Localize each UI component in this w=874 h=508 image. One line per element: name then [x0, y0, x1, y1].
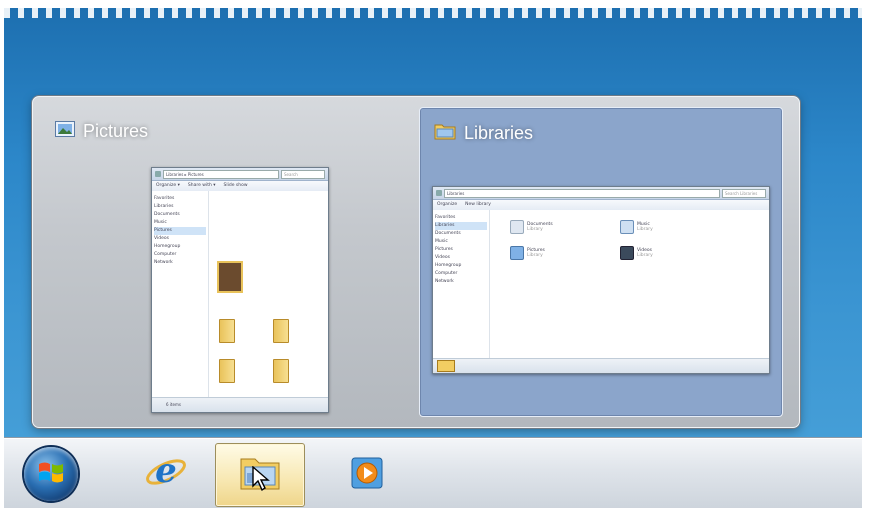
music-icon — [620, 220, 634, 234]
desktop: Pictures Libraries ▸ Pictures Search Org… — [4, 8, 862, 508]
library-item-music: Music Library — [620, 220, 653, 234]
nav-pictures: Pictures — [154, 227, 206, 235]
folder-icon — [219, 319, 235, 343]
windows-orb-icon — [37, 460, 65, 488]
pictures-nav-pane: Favorites Libraries Documents Music Pict… — [152, 191, 209, 398]
new-library-command: New library — [465, 202, 491, 207]
nav-network: Network — [435, 279, 454, 284]
nav-network: Network — [154, 260, 173, 265]
mini-address-bar: Libraries ▸ Pictures — [163, 169, 279, 179]
nav-favorites: Favorites — [154, 196, 175, 201]
libraries-nav-pane: Favorites Libraries Documents Music Pict… — [433, 210, 490, 359]
library-item-sub: Library — [637, 227, 653, 232]
pictures-title-text: Pictures — [83, 121, 149, 141]
folder-icon — [273, 359, 289, 383]
libraries-window-thumbnail[interactable]: Libraries Libraries Search Libraries Org… — [419, 107, 783, 417]
mouse-cursor-icon — [252, 465, 270, 496]
taskbar: e — [4, 438, 862, 508]
libraries-folder-icon — [434, 122, 456, 145]
nav-libraries: Libraries — [435, 222, 487, 230]
start-button[interactable] — [24, 447, 78, 501]
library-item-documents: Documents Library — [510, 220, 553, 234]
documents-icon — [510, 220, 524, 234]
pictures-thumbnail-title: Pictures — [55, 121, 148, 142]
nav-computer: Computer — [154, 252, 177, 257]
libraries-content: Documents Library Music Library Pictures Li… — [490, 210, 769, 359]
library-item-videos: Videos Library — [620, 246, 653, 260]
photo-thumbnail — [217, 261, 243, 293]
nav-documents: Documents — [435, 231, 461, 236]
pictures-library-icon — [55, 121, 75, 142]
windows-explorer-taskbar-button[interactable] — [215, 443, 305, 507]
nav-videos: Videos — [435, 255, 450, 260]
nav-pictures: Pictures — [435, 247, 453, 252]
media-player-icon — [348, 452, 388, 496]
videos-icon — [620, 246, 634, 260]
library-item-sub: Library — [637, 253, 653, 258]
libraries-mini-window: Libraries Search Libraries Organize New … — [432, 186, 770, 374]
mini-window-titlebar: Libraries Search Libraries — [433, 187, 769, 200]
organize-command: Organize — [437, 202, 458, 207]
folder-icon — [219, 359, 235, 383]
taskbar-thumbnail-panel: Pictures Libraries ▸ Pictures Search Org… — [32, 96, 800, 428]
pictures-window-thumbnail[interactable]: Pictures Libraries ▸ Pictures Search Org… — [41, 107, 401, 415]
nav-videos: Videos — [154, 236, 169, 241]
library-item-sub: Library — [527, 253, 543, 258]
library-status-icon — [437, 360, 455, 372]
nav-libraries: Libraries — [154, 204, 174, 209]
mini-search-box: Search Libraries — [722, 188, 766, 198]
library-item-pictures: Pictures Library — [510, 246, 545, 260]
libraries-thumbnail-title: Libraries — [434, 122, 533, 145]
nav-homegroup: Homegroup — [435, 263, 462, 268]
folder-icon — [273, 319, 289, 343]
libraries-title-text: Libraries — [464, 123, 534, 143]
internet-explorer-taskbar-button[interactable]: e — [122, 443, 210, 505]
internet-explorer-icon: e — [144, 450, 188, 498]
mini-window-titlebar: Libraries ▸ Pictures Search — [152, 168, 328, 181]
nav-homegroup: Homegroup — [154, 244, 181, 249]
back-icon — [436, 190, 442, 196]
pictures-content — [209, 191, 328, 398]
svg-text:e: e — [155, 451, 177, 491]
nav-computer: Computer — [435, 271, 458, 276]
mini-address-bar: Libraries — [444, 188, 720, 198]
pictures-icon — [510, 246, 524, 260]
mini-search-box: Search — [281, 169, 325, 179]
nav-music: Music — [154, 220, 167, 225]
libraries-status-bar — [433, 358, 769, 373]
library-item-sub: Library — [527, 227, 543, 232]
nav-music: Music — [435, 239, 448, 244]
nav-documents: Documents — [154, 212, 180, 217]
back-icon — [155, 171, 161, 177]
nav-favorites: Favorites — [435, 215, 456, 220]
pictures-status-bar: 6 items — [152, 397, 328, 412]
windows-media-player-taskbar-button[interactable] — [324, 443, 412, 505]
pictures-mini-window: Libraries ▸ Pictures Search Organize ▾ Sh… — [151, 167, 329, 413]
